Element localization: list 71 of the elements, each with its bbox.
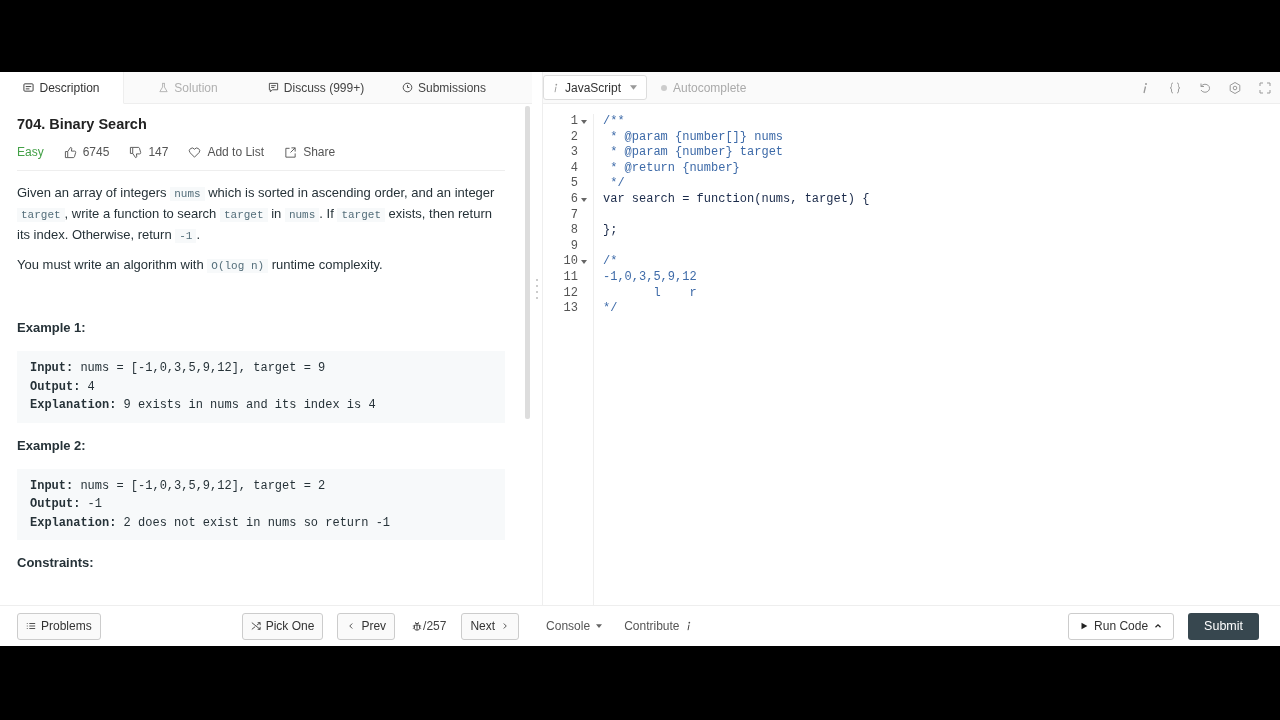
tab[interactable]: Description: [0, 72, 124, 104]
caret-icon: [596, 624, 603, 628]
example-block: Input: nums = [-1,0,3,5,9,12], target = 2 Output: -1 Explanation: 2 does not exist in nums so return -1: [17, 468, 505, 540]
code-comment: * @param {number[]} nums: [609, 129, 784, 146]
code-comment: * @return {number}: [609, 160, 740, 177]
code-comment: * @param {number} target: [609, 145, 784, 161]
example-heading: Example 2:: [17, 437, 87, 453]
problem-title: 704. Binary Search: [17, 116, 148, 132]
share-icon: [284, 145, 298, 159]
braces-icon[interactable]: [1168, 80, 1182, 95]
clock-icon: [402, 82, 413, 93]
contribute-button[interactable]: Contribute: [624, 619, 691, 633]
difficulty-label: Easy: [17, 145, 44, 159]
thumbs-down-icon: [129, 145, 143, 159]
settings-icon[interactable]: [1228, 80, 1242, 95]
example-heading: Example 1:: [17, 320, 87, 335]
line-number: 2: [570, 129, 578, 146]
console-button[interactable]: Console: [546, 619, 603, 633]
list-icon: [26, 621, 36, 631]
chat-icon: [267, 82, 279, 93]
info-icon: [685, 621, 691, 631]
line-number: 11: [563, 269, 578, 286]
code-comment: */: [609, 176, 625, 192]
next-button[interactable]: Next: [461, 612, 520, 640]
dislike-button[interactable]: 147: [129, 145, 169, 159]
code-comment: /**: [603, 114, 625, 130]
thumbs-up-icon: [63, 145, 77, 159]
fold-icon[interactable]: [581, 197, 587, 202]
info-icon: [553, 82, 558, 93]
constraints-heading: Constraints:: [17, 555, 95, 570]
line-number: 13: [563, 301, 578, 317]
drag-handle-icon[interactable]: [535, 276, 539, 301]
add-to-list-button[interactable]: Add to List: [188, 145, 265, 159]
example-block: Input: nums = [-1,0,3,5,9,12], target = 9 Output: 4 Explanation: 9 exists in nums and its index is 4: [17, 351, 505, 423]
prev-button[interactable]: Prev: [337, 612, 396, 640]
problem-counter: /257: [423, 619, 447, 633]
caret-icon: [630, 85, 637, 90]
line-number: 10: [563, 254, 578, 270]
line-number: 9: [570, 238, 578, 255]
fold-icon[interactable]: [581, 260, 587, 265]
code-comment: -1,0,3,5,9,12: [603, 269, 697, 286]
heart-icon: [188, 145, 202, 159]
run-code-button[interactable]: Run Code: [1068, 612, 1175, 640]
problems-button[interactable]: Problems: [17, 612, 101, 640]
description-paragraph: You must write an algorithm with O(log n) runtime complexity.: [17, 256, 384, 275]
code-comment: /*: [603, 254, 618, 270]
bug-icon: [412, 621, 423, 631]
scrollbar-thumb[interactable]: [525, 106, 530, 419]
language-select[interactable]: JavaScript: [543, 75, 647, 100]
line-number: 3: [570, 145, 578, 161]
description-paragraph: Given an array of integers nums which is sorted in ascending order, and an integer target , write a function to search target in nums . If target exists, then return its index. Otherwise, return -1 .: [17, 184, 496, 245]
line-number: 8: [570, 223, 578, 239]
card-icon: [23, 82, 35, 93]
flask-icon: [158, 82, 170, 93]
line-number: 5: [570, 176, 578, 192]
code-comment: */: [603, 301, 618, 317]
shuffle-icon: [250, 621, 261, 631]
fold-icon[interactable]: [581, 119, 587, 124]
like-button[interactable]: 6745: [63, 145, 110, 159]
code-line: };: [603, 223, 618, 239]
line-number: 6: [570, 191, 578, 208]
code-line: var search = function(nums, target) {: [603, 191, 870, 208]
line-number: 4: [570, 160, 578, 177]
fullscreen-icon[interactable]: [1258, 80, 1272, 95]
line-number: 1: [570, 114, 578, 130]
line-number: 12: [563, 285, 578, 302]
code-comment: l r: [652, 285, 697, 302]
share-button[interactable]: Share: [284, 145, 336, 159]
line-number: 7: [570, 207, 578, 224]
submit-button[interactable]: Submit: [1188, 612, 1259, 640]
pick-one-button[interactable]: Pick One: [241, 612, 324, 640]
